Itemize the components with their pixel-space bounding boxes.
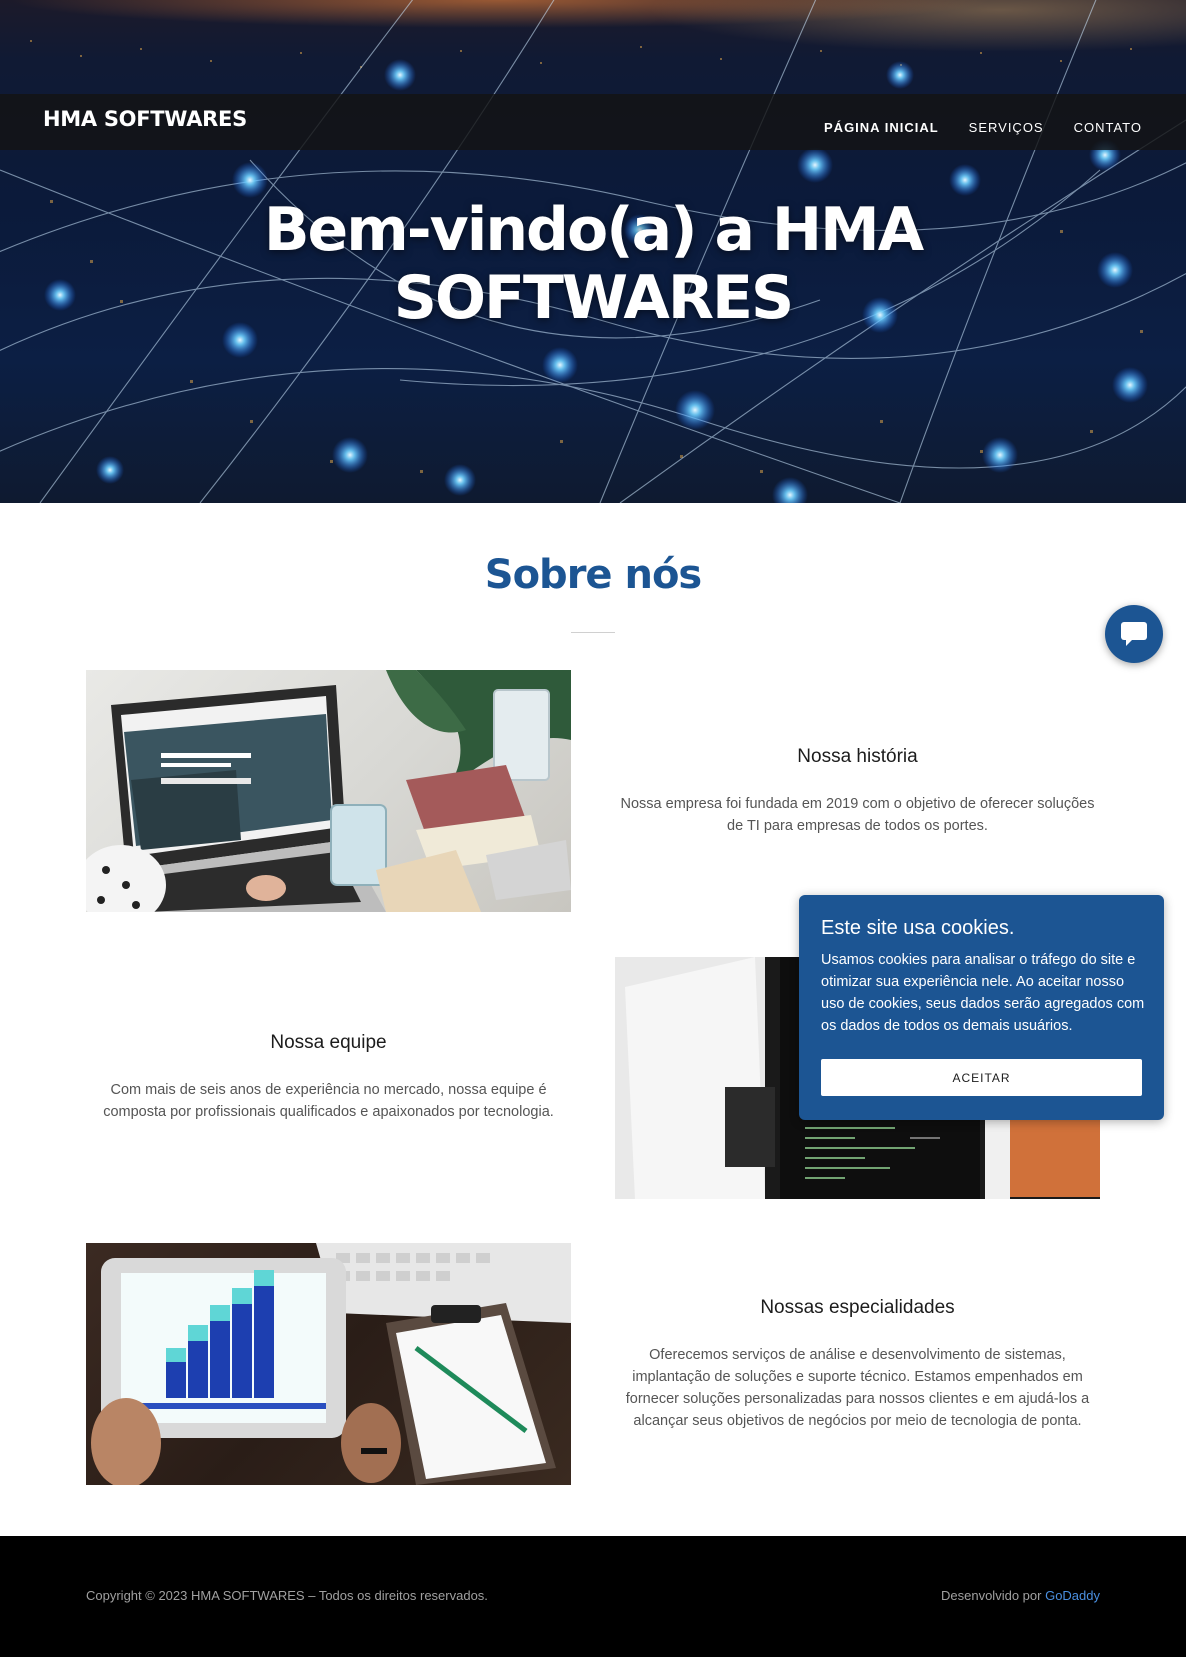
chat-button[interactable] [1105,605,1163,663]
team-heading: Nossa equipe [270,1032,387,1053]
logo[interactable]: HMA SOFTWARES [43,107,247,131]
nav-item-home[interactable]: PÁGINA INICIAL [824,120,939,135]
cookie-text: Usamos cookies para analisar o tráfego d… [821,952,1145,1034]
specialties-image [86,1243,571,1485]
hero-title: Bem-vindo(a) a HMA SOFTWARES [193,196,993,332]
main-nav: PÁGINA INICIAL SERVIÇOS CONTATO [794,94,1142,150]
developer-link[interactable]: GoDaddy [1045,1588,1100,1603]
cookie-banner: Este site usa cookies. Usamos cookies pa… [799,895,1164,1120]
hero-title-line2: SOFTWARES [393,263,794,333]
copyright-text: Copyright © 2023 HMA SOFTWARES – Todos o… [86,1588,488,1603]
about-title: Sobre nós [484,552,702,598]
hero-section: HMA SOFTWARES PÁGINA INICIAL SERVIÇOS CO… [0,0,1186,503]
specialties-text: Oferecemos serviços de análise e desenvo… [625,1347,1090,1429]
specialties-heading: Nossas especialidades [760,1297,955,1318]
history-image [86,670,571,912]
hero-title-line1: Bem-vindo(a) a HMA [263,195,924,265]
history-text: Nossa empresa foi fundada em 2019 com o … [620,796,1095,834]
team-text: Com mais de seis anos de experiência no … [103,1082,554,1120]
nav-item-contact[interactable]: CONTATO [1074,120,1142,135]
history-heading: Nossa história [797,746,918,767]
chat-bubble-icon [1121,622,1147,646]
footer: Copyright © 2023 HMA SOFTWARES – Todos o… [0,1536,1186,1657]
developed-by: Desenvolvido por GoDaddy [941,1588,1100,1603]
developed-by-label: Desenvolvido por [941,1588,1042,1603]
navbar: HMA SOFTWARES PÁGINA INICIAL SERVIÇOS CO… [0,94,1186,150]
accept-cookies-button[interactable]: ACEITAR [821,1059,1142,1096]
cookie-title: Este site usa cookies. [821,917,1015,939]
nav-item-services[interactable]: SERVIÇOS [969,120,1044,135]
section-divider [571,632,615,633]
